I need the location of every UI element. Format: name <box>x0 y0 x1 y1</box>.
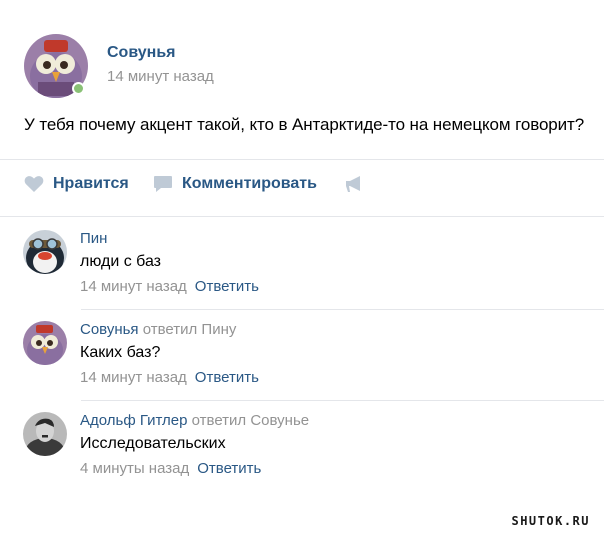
watermark: SHUTOK.RU <box>511 514 590 528</box>
owl-avatar-icon <box>23 321 67 365</box>
comment-footer: 14 минут назад Ответить <box>80 369 259 386</box>
post-divider <box>0 159 604 160</box>
comment-footer: 4 минуты назад Ответить <box>80 460 261 477</box>
comment-text: Каких баз? <box>80 344 161 361</box>
speech-bubble-icon <box>154 176 172 192</box>
comment-button[interactable]: Комментировать <box>153 175 317 193</box>
comment-timestamp[interactable]: 4 минуты назад <box>80 460 189 477</box>
post-text: У тебя почему акцент такой, кто в Антарк… <box>24 115 585 134</box>
comment-item: Адольф Гитлер ответил Совунье Исследоват… <box>0 400 604 490</box>
heart-icon <box>24 176 44 192</box>
online-indicator <box>72 82 85 95</box>
comment-text: люди с баз <box>80 253 161 270</box>
comment-header: Совунья ответил Пину <box>80 321 236 338</box>
comments-divider <box>0 216 604 217</box>
comment-timestamp[interactable]: 14 минут назад <box>80 369 187 386</box>
comment-author-avatar[interactable] <box>23 230 67 274</box>
comment-label: Комментировать <box>182 175 317 192</box>
reply-to-label[interactable]: ответил Совунье <box>192 412 309 429</box>
comment-text: Исследовательских <box>80 435 226 452</box>
megaphone-icon <box>346 176 360 192</box>
bw-portrait-avatar-icon <box>23 412 67 456</box>
comment-header: Адольф Гитлер ответил Совунье <box>80 412 309 429</box>
comment-item: Пин люди с баз 14 минут назад Ответить <box>0 218 604 308</box>
like-button[interactable]: Нравится <box>24 175 129 193</box>
reply-button[interactable]: Ответить <box>195 369 259 386</box>
comment-author-avatar[interactable] <box>23 412 67 456</box>
comment-item: Совунья ответил Пину Каких баз? 14 минут… <box>0 309 604 399</box>
comment-author-name[interactable]: Пин <box>80 230 107 247</box>
comment-header: Пин <box>80 230 107 247</box>
post-author-name[interactable]: Совунья <box>107 44 176 62</box>
like-label: Нравится <box>53 175 129 192</box>
comment-author-name[interactable]: Адольф Гитлер <box>80 412 187 429</box>
reply-to-label[interactable]: ответил Пину <box>143 321 237 338</box>
comment-timestamp[interactable]: 14 минут назад <box>80 278 187 295</box>
penguin-avatar-icon <box>23 230 67 274</box>
post-timestamp[interactable]: 14 минут назад <box>107 68 214 85</box>
post-actions: Нравится Комментировать <box>0 165 604 205</box>
share-button[interactable] <box>345 175 363 193</box>
comment-footer: 14 минут назад Ответить <box>80 278 259 295</box>
comment-author-name[interactable]: Совунья <box>80 321 139 338</box>
reply-button[interactable]: Ответить <box>197 460 261 477</box>
comment-author-avatar[interactable] <box>23 321 67 365</box>
reply-button[interactable]: Ответить <box>195 278 259 295</box>
